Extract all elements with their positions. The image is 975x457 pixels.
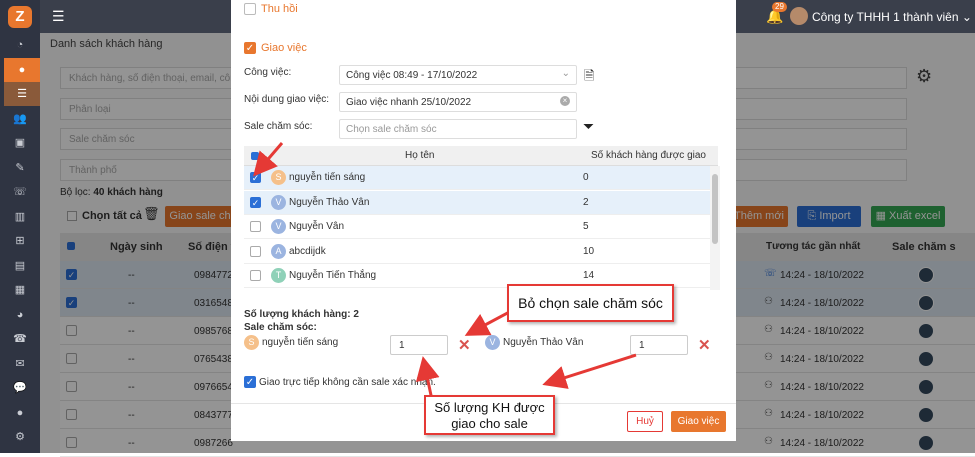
arrow-to-qty2 xyxy=(542,353,637,389)
arrow-to-checkbox xyxy=(253,142,284,177)
callout-unselect-sale: Bỏ chọn sale chăm sóc xyxy=(507,284,674,322)
annotation-arrows xyxy=(253,142,637,401)
callout-quantity: Số lượng KH được giao cho sale xyxy=(424,395,555,435)
